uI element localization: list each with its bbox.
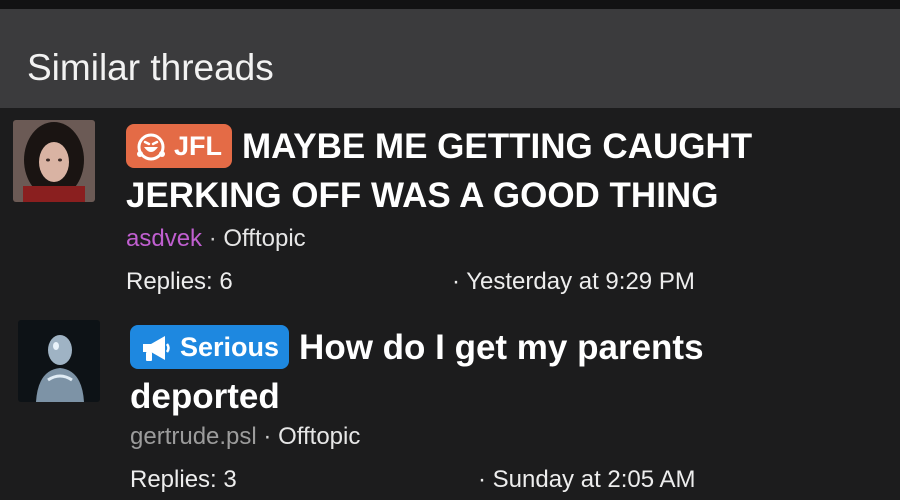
thread-meta: gertrude.psl · Offtopic (130, 422, 360, 452)
last-post-date[interactable]: · Sunday at 2:05 AM (478, 465, 695, 495)
prefix-badge[interactable]: Serious (130, 325, 290, 369)
forum-link[interactable]: Offtopic (278, 423, 360, 450)
meta-separator: · (263, 423, 272, 450)
replies-count: Replies: 3 (130, 466, 237, 493)
thread-title[interactable]: Serious How do I get my parents deported (130, 323, 830, 421)
author-link[interactable]: gertrude.psl (130, 423, 257, 450)
megaphone-icon (143, 336, 170, 361)
avatar-image (18, 320, 100, 402)
thread-item[interactable]: Serious How do I get my parents deported … (0, 0, 900, 500)
prefix-label: Serious (180, 332, 280, 362)
avatar[interactable] (18, 320, 100, 402)
